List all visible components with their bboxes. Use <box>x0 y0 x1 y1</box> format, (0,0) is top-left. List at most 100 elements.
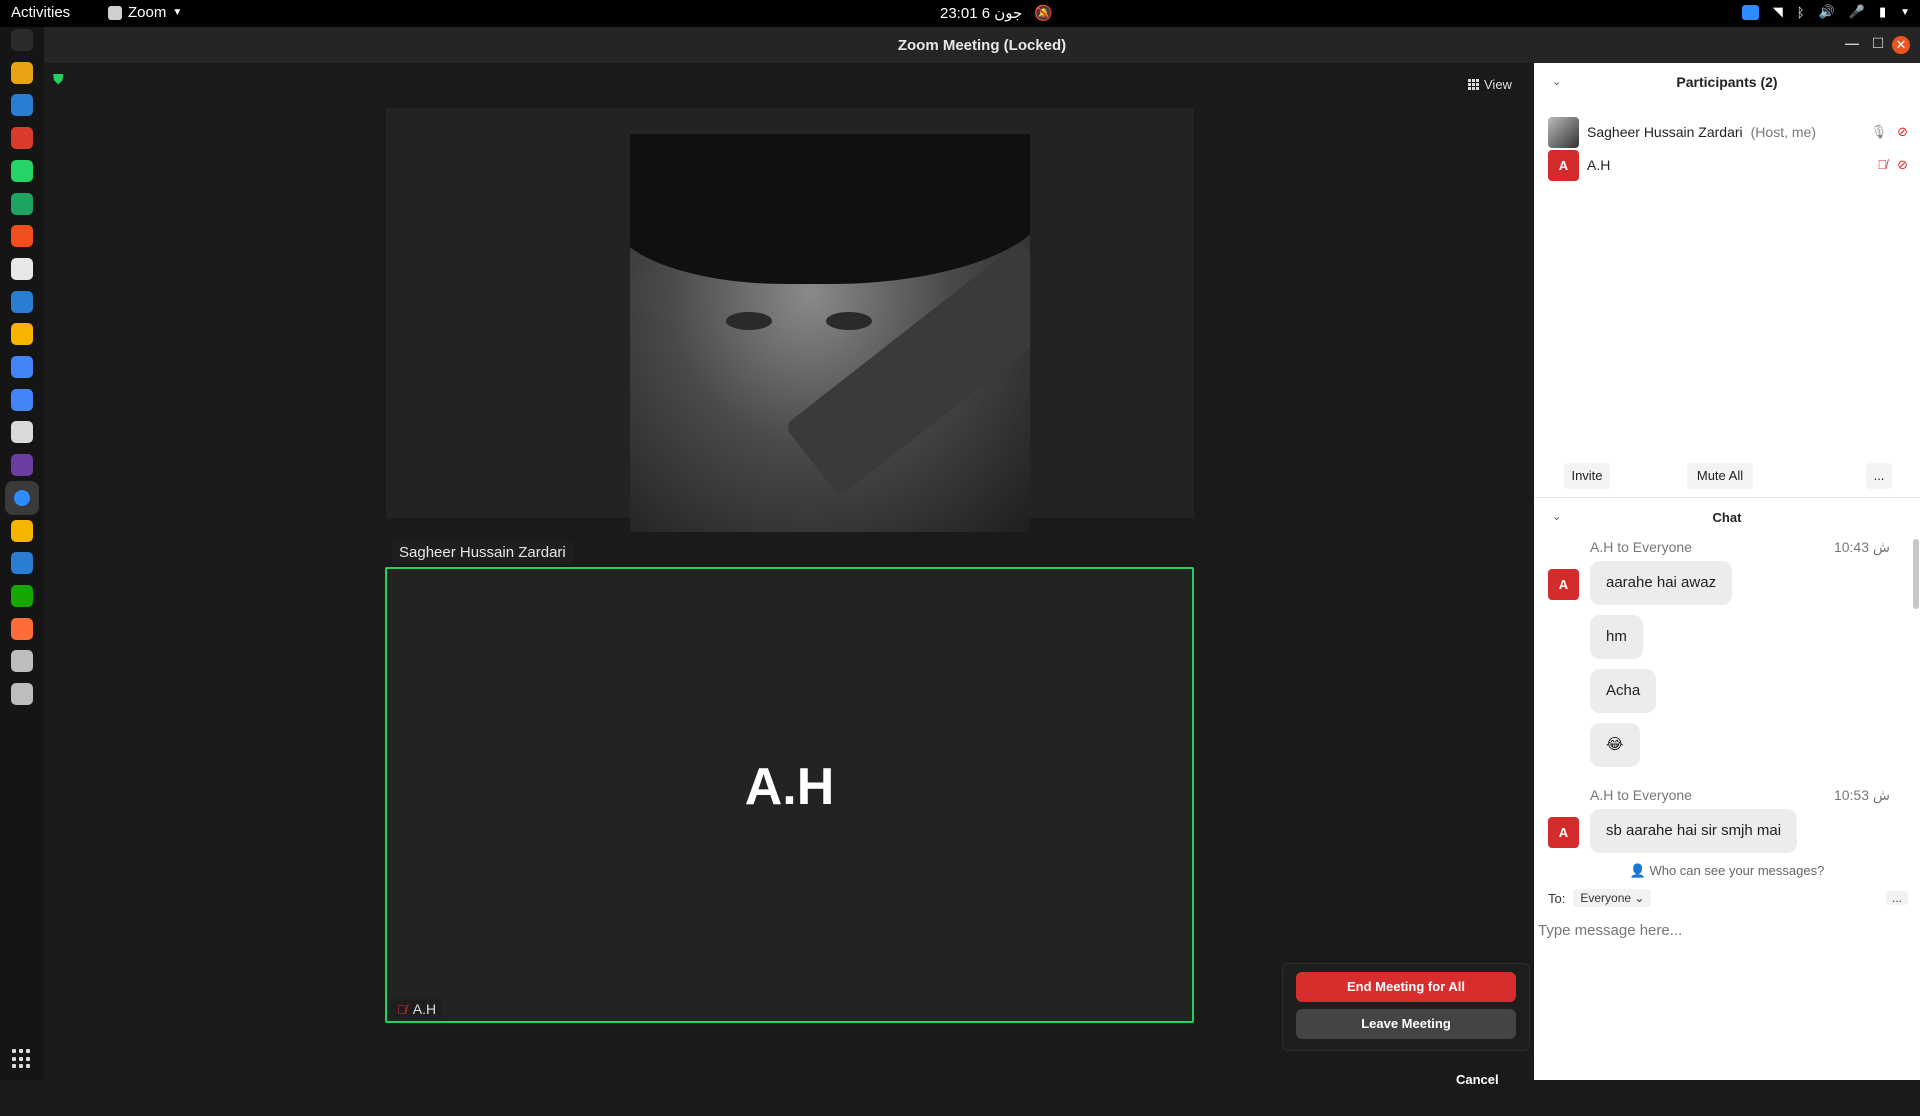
window-titlebar[interactable]: Zoom Meeting (Locked) — ☐ ✕ <box>44 27 1920 63</box>
maximize-icon[interactable]: ☐ <box>1868 35 1888 52</box>
message-sender: A.H to Everyone <box>1590 539 1692 555</box>
battery-icon: ▮ <box>1878 4 1887 19</box>
activities-button[interactable]: Activities <box>11 4 70 21</box>
participants-header: ⌄ Participants (2) <box>1534 63 1920 103</box>
chat-message-input[interactable] <box>1538 918 1908 942</box>
dock-photos-icon[interactable] <box>11 454 33 477</box>
message-bubble[interactable]: hm <box>1590 615 1643 659</box>
participant-video <box>630 134 1030 532</box>
gnome-top-bar: Activities Zoom ▼ 23:01 6 جون 🔕 ◥ ᛒ 🔊 🎤 … <box>0 0 1920 27</box>
volume-icon: 🔊 <box>1818 4 1835 19</box>
mic-off-icon: 🎙̸ <box>397 1001 407 1017</box>
dock-github-icon[interactable] <box>11 257 33 280</box>
dock-files-icon[interactable] <box>11 421 33 444</box>
who-can-see-link[interactable]: 👤 Who can see your messages? <box>1534 863 1920 879</box>
chevron-down-icon: ▼ <box>1900 6 1910 18</box>
zoom-app-icon <box>108 5 122 20</box>
dock-upwork-icon[interactable] <box>11 584 33 607</box>
bluetooth-icon: ᛒ <box>1796 4 1805 20</box>
participant-name: A.H <box>412 1001 437 1017</box>
view-label: View <box>1484 77 1512 92</box>
zoom-tray-icon[interactable] <box>1741 4 1759 20</box>
dock-drive-icon[interactable] <box>11 650 33 673</box>
video-tile-active-speaker[interactable]: A.H 🎙̸ A.H <box>385 567 1194 1023</box>
recipient-select[interactable]: Everyone ⌄ <box>1573 889 1652 907</box>
message-header: A.H to Everyone 10:43 ش <box>1590 539 1890 555</box>
leave-meeting-popup: End Meeting for All Leave Meeting <box>1282 963 1530 1051</box>
dock-writer-icon[interactable] <box>11 552 33 575</box>
participant-row[interactable]: A A.H 🎙̸ ⊘ <box>1548 149 1908 181</box>
close-icon[interactable]: ✕ <box>1892 36 1910 54</box>
side-panel: ⌄ Participants (2) Sagheer Hussain Zarda… <box>1534 63 1920 1080</box>
chat-title: Chat <box>1712 510 1742 525</box>
dock-whatsapp-icon[interactable] <box>11 159 33 182</box>
dock-figma-icon[interactable] <box>11 225 33 248</box>
message-header: A.H to Everyone 10:53 ش <box>1590 787 1890 803</box>
view-button[interactable]: View <box>1468 77 1512 92</box>
message-bubble[interactable]: sb aarahe hai sir smjh mai <box>1590 809 1798 853</box>
dock-chrome-icon[interactable] <box>11 61 33 84</box>
dock-vscode-icon[interactable] <box>11 94 33 117</box>
dock-slides-icon[interactable] <box>11 519 33 542</box>
dock-docs-icon[interactable] <box>11 356 33 378</box>
message-sender: A.H to Everyone <box>1590 787 1692 803</box>
participant-actions: Invite Mute All ... <box>1534 463 1920 493</box>
notifications-off-icon: 🔕 <box>1034 5 1053 22</box>
message-time: 10:53 ش <box>1833 787 1890 803</box>
shield-icon[interactable]: ⛊ <box>53 71 67 87</box>
message-time: 10:43 ش <box>1833 539 1890 555</box>
show-apps-icon[interactable] <box>12 1049 32 1069</box>
chevron-down-icon: ⌄ <box>1634 891 1645 905</box>
dock-drive2-icon[interactable] <box>11 683 33 705</box>
system-tray[interactable]: ◥ ᛒ 🔊 🎤 ▮ ▼ <box>1741 4 1910 20</box>
more-options-button[interactable]: ... <box>1866 463 1892 489</box>
invite-button[interactable]: Invite <box>1564 463 1610 489</box>
who-can-see-label: Who can see your messages? <box>1649 863 1825 878</box>
mic-off-icon[interactable]: 🎙̸ <box>1877 157 1887 173</box>
to-label: To: <box>1548 890 1566 906</box>
dock-postman-icon[interactable] <box>11 617 33 640</box>
recipient-value: Everyone <box>1580 891 1632 905</box>
leave-meeting-button[interactable]: Leave Meeting <box>1296 1009 1516 1039</box>
dock-gmail-icon[interactable] <box>11 127 33 150</box>
dock-terminal-icon[interactable] <box>11 29 33 51</box>
participant-name-tag: Sagheer Hussain Zardari <box>392 541 573 564</box>
clock-text: 23:01 6 جون <box>940 5 1023 22</box>
clock[interactable]: 23:01 6 جون 🔕 <box>940 4 1053 22</box>
grid-icon <box>1468 79 1479 90</box>
video-off-icon[interactable]: ⊘ <box>1897 124 1908 140</box>
app-menu[interactable]: Zoom ▼ <box>108 4 182 21</box>
dock <box>0 27 44 1080</box>
meeting-stage: ⛊ View Sagheer Hussain Zardari A.H 🎙̸ A.… <box>44 63 1534 1116</box>
participant-name: A.H <box>1587 157 1611 173</box>
zoom-window: Zoom Meeting (Locked) — ☐ ✕ ⛊ View Saghe… <box>44 27 1920 1116</box>
participant-initials: A.H <box>744 758 835 816</box>
dock-zoom-icon[interactable] <box>5 480 39 515</box>
message-bubble[interactable]: Acha <box>1590 669 1657 713</box>
chat-messages[interactable]: A.H to Everyone 10:43 ش A aarahe hai awa… <box>1534 531 1920 861</box>
video-off-icon[interactable]: ⊘ <box>1897 157 1908 173</box>
window-title: Zoom Meeting (Locked) <box>897 37 1067 54</box>
recipient-bar: To: Everyone ⌄ ... <box>1548 887 1908 909</box>
chat-header: ⌄ Chat <box>1534 497 1920 531</box>
mic-icon[interactable]: 🎙 <box>1871 124 1888 140</box>
dock-calendar-icon[interactable] <box>11 388 33 411</box>
dock-google-chat-icon[interactable] <box>11 192 33 215</box>
mute-all-button[interactable]: Mute All <box>1687 463 1753 489</box>
avatar: A <box>1548 569 1579 600</box>
dock-keep-icon[interactable] <box>11 323 33 346</box>
chat-scrollbar[interactable] <box>1912 531 1920 861</box>
wifi-icon: ◥ <box>1772 4 1783 19</box>
video-tile-host[interactable]: Sagheer Hussain Zardari <box>386 108 1194 564</box>
participant-row[interactable]: Sagheer Hussain Zardari (Host, me) 🎙 ⊘ <box>1548 116 1908 148</box>
app-menu-label: Zoom <box>128 4 167 21</box>
end-meeting-for-all-button[interactable]: End Meeting for All <box>1296 972 1516 1002</box>
mic-icon: 🎤 <box>1848 4 1865 19</box>
participant-name: Sagheer Hussain Zardari <box>1587 124 1743 140</box>
chevron-down-icon: ▼ <box>172 7 183 18</box>
message-bubble[interactable]: aarahe hai awaz <box>1590 561 1733 605</box>
minimize-icon[interactable]: — <box>1842 35 1862 51</box>
dock-trello-icon[interactable] <box>11 290 33 313</box>
chat-more-button[interactable]: ... <box>1885 891 1908 905</box>
message-bubble[interactable]: 😂 <box>1590 723 1640 767</box>
